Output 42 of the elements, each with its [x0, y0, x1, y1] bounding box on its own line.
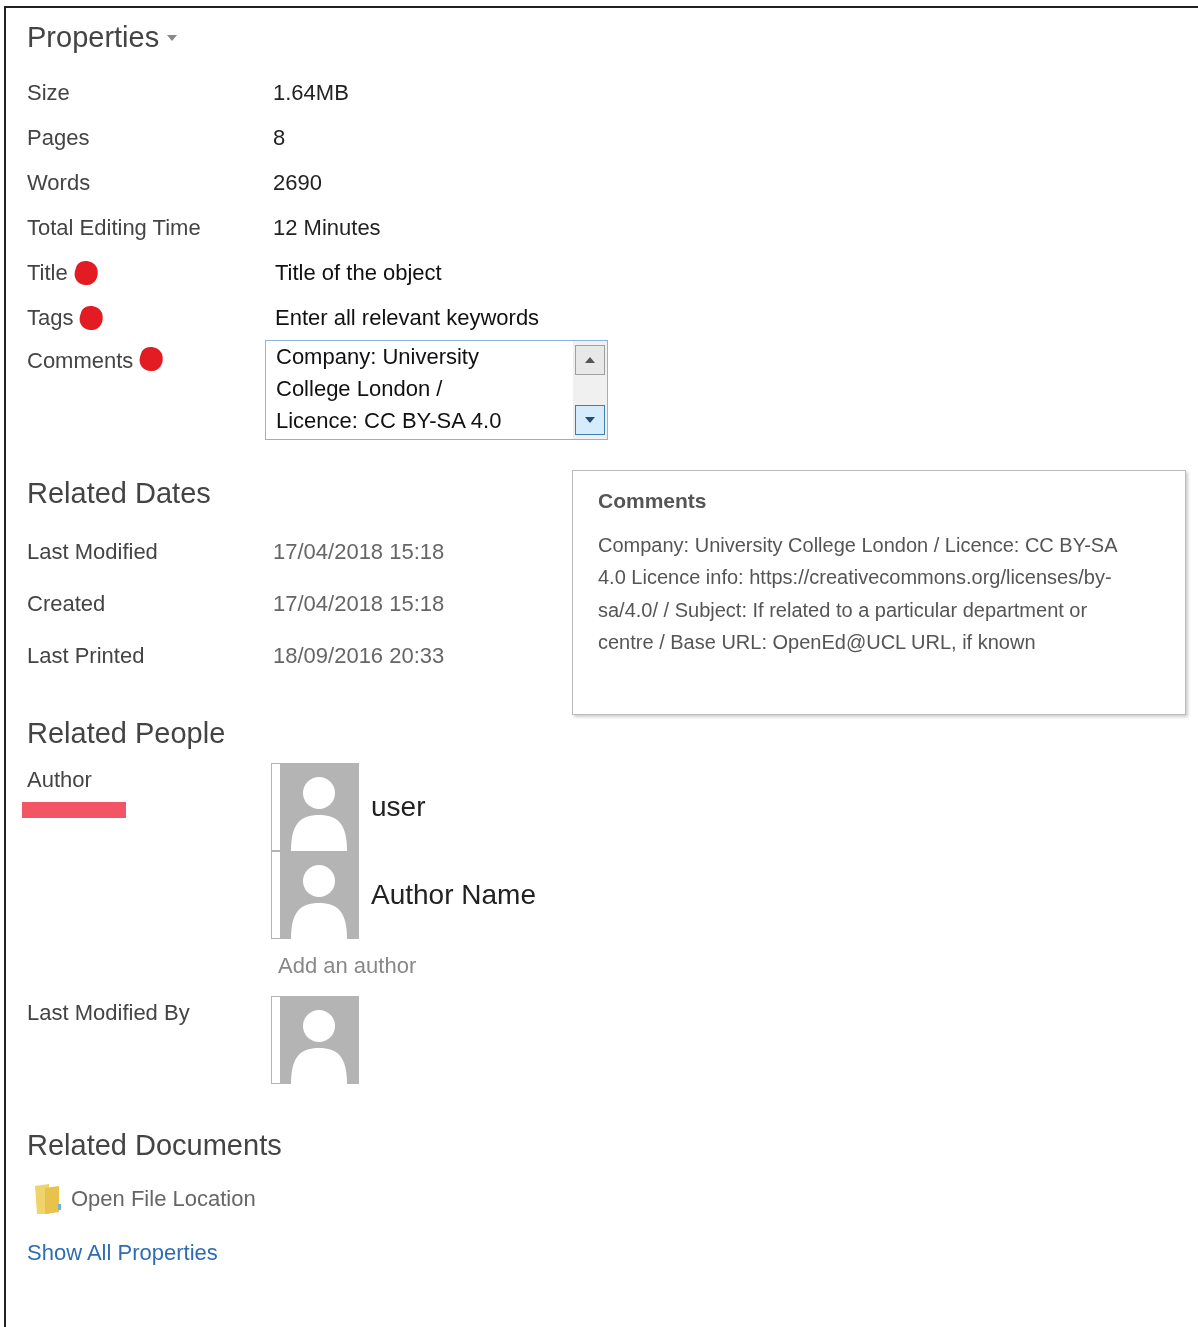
open-file-location-link[interactable]: Open File Location: [71, 1182, 256, 1215]
section-heading: Related People: [27, 715, 226, 751]
dropdown-caret-icon[interactable]: [167, 35, 178, 41]
section-heading: Related Documents: [27, 1128, 282, 1163]
property-label: Title: [27, 259, 68, 287]
person-label: Last Modified By: [27, 999, 190, 1027]
property-label: Tags: [27, 304, 74, 332]
person-name[interactable]: user: [371, 786, 426, 828]
section-heading[interactable]: Properties: [27, 16, 160, 60]
property-label: Comments: [27, 347, 134, 375]
date-value: 17/04/2018 15:18: [273, 538, 445, 566]
property-label: Pages: [27, 124, 90, 152]
date-value: 17/04/2018 15:18: [273, 590, 445, 618]
property-value: 8: [273, 124, 286, 152]
avatar-icon: [271, 851, 359, 939]
avatar-icon: [271, 996, 359, 1084]
date-value: 18/09/2016 20:33: [273, 642, 445, 670]
property-value: 2690: [273, 169, 322, 197]
property-label: Words: [27, 169, 91, 197]
property-value: 1.64MB: [273, 79, 349, 107]
tooltip-text: Company: University College London / Licence: CC BY-SA 4.0 Licence info: https://creativecommons.org/licenses/by-sa/4.0/ / Subject: If related to a particular department or centre / Base URL: OpenEd@UCL URL, if known: [598, 532, 1118, 655]
property-field[interactable]: Enter all relevant keywords: [273, 301, 542, 334]
property-label: Total Editing Time: [27, 214, 201, 242]
property-label: Size: [27, 79, 70, 107]
person-label: Author: [27, 766, 92, 794]
property-value: 12 Minutes: [273, 214, 381, 242]
date-label: Last Modified: [27, 538, 159, 566]
folder-icon: [33, 1181, 63, 1216]
scrollbar[interactable]: [573, 341, 607, 439]
show-all-properties-link[interactable]: Show All Properties: [27, 1235, 218, 1269]
add-author-link[interactable]: Add an author: [278, 949, 536, 982]
date-label: Last Printed: [27, 642, 146, 670]
person-name[interactable]: Author Name: [371, 874, 536, 916]
avatar-icon: [271, 763, 359, 851]
scroll-up-icon[interactable]: [575, 345, 605, 375]
property-field[interactable]: Title of the object: [273, 256, 444, 289]
date-label: Created: [27, 590, 107, 618]
tooltip-title: Comments: [598, 488, 708, 514]
section-heading: Related Dates: [27, 476, 211, 511]
scroll-down-icon[interactable]: [575, 405, 605, 435]
annotation-mark-icon: [137, 344, 166, 374]
comments-field[interactable]: Company: University College London / Licence: CC BY-SA 4.0: [265, 340, 608, 440]
